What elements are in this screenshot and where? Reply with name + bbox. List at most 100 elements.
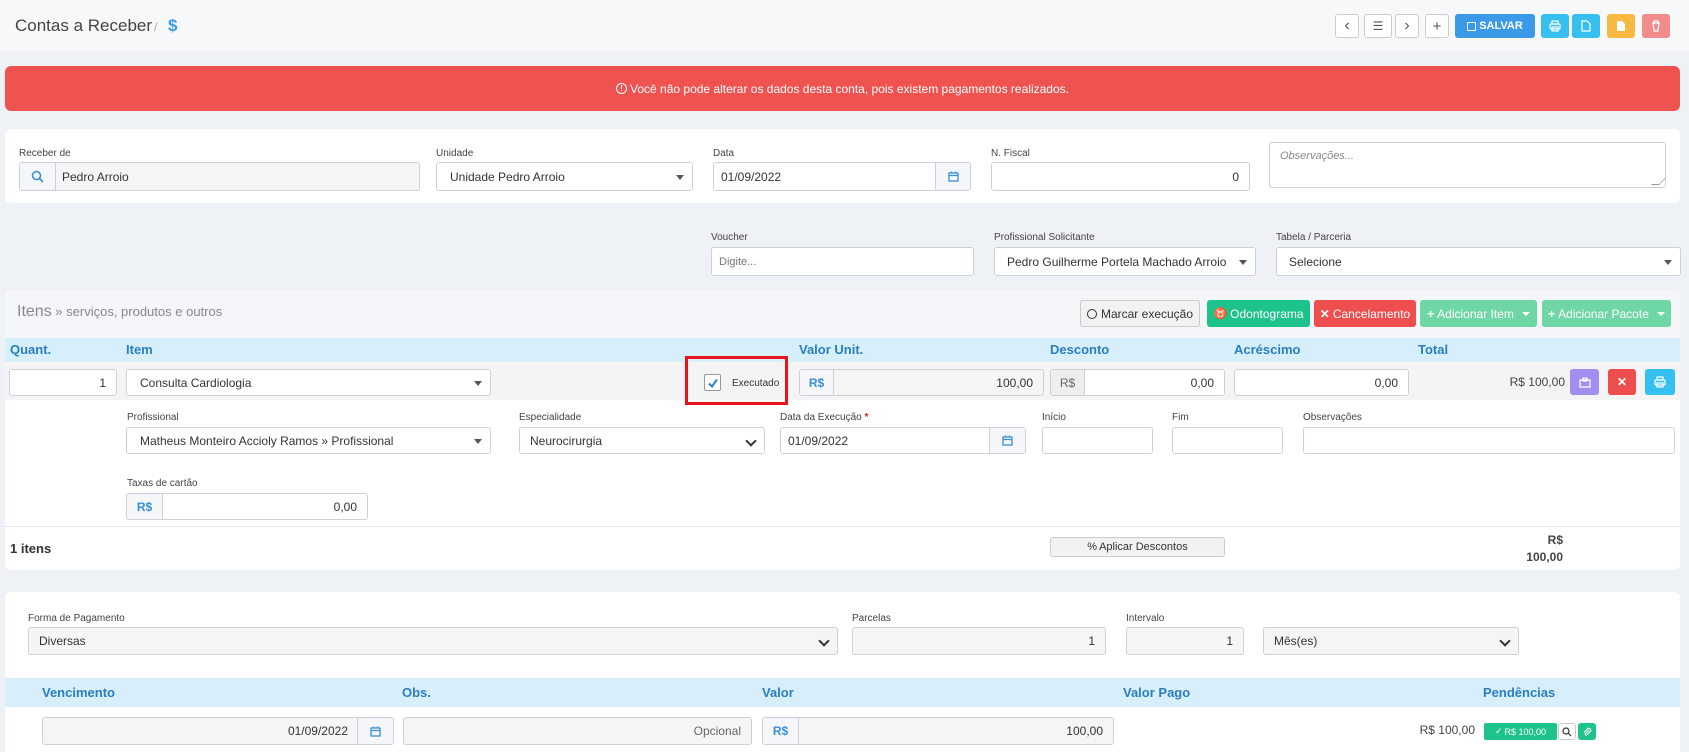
parcelas-input[interactable]: 1 [852,627,1106,655]
odontograma-button[interactable]: ♉ Odontograma [1207,300,1310,327]
col-valor-unit: Valor Unit. [799,342,864,357]
executado-checkbox[interactable] [704,374,721,391]
item-remove-button[interactable]: ✕ [1608,369,1636,395]
col-valor: Valor [762,685,794,700]
attach-button[interactable] [1578,723,1596,740]
tabela-value: Selecione [1289,254,1342,269]
plus-icon: + [1548,306,1556,321]
receber-de-field[interactable]: Pedro Arroio [19,162,420,191]
data-field[interactable]: 01/09/2022 [713,162,971,191]
items-title-text: Itens [17,303,52,320]
items-footer-divider [5,526,1680,527]
acrescimo-field[interactable]: 0,00 [1234,369,1409,396]
delete-button[interactable] [1642,14,1670,38]
search-icon [31,170,44,183]
new-button[interactable]: + [1425,14,1449,38]
inicio-input[interactable] [1042,427,1153,454]
search-addon [20,163,56,190]
nfiscal-field[interactable]: 0 [991,162,1250,191]
next-button[interactable]: › [1395,14,1419,38]
list-button[interactable]: ☰ [1364,14,1392,38]
caret-down-icon [676,174,684,180]
document-button[interactable] [1572,14,1600,38]
col-obs: Obs. [402,685,431,700]
check-icon: ✓ [1494,726,1503,736]
intervalo-input[interactable]: 1 [1126,627,1244,655]
nfiscal-value: 0 [1232,169,1239,184]
installments-header: Vencimento Obs. Valor Valor Pago Pendênc… [5,678,1680,707]
adicionar-item-button[interactable]: + Adicionar Item [1420,300,1537,327]
plus-icon: + [1427,306,1435,321]
parcela-obs-placeholder: Opcional [693,724,741,738]
voucher-input[interactable]: Digite... [711,247,974,276]
alert-text: Você não pode alterar os dados desta con… [630,81,1069,96]
times-icon: ✕ [1319,306,1330,321]
observacoes-item-input[interactable] [1303,427,1675,454]
print-button[interactable] [1541,14,1569,38]
prof-solicitante-select[interactable]: Pedro Guilherme Portela Machado Arroio [994,247,1256,276]
adicionar-pacote-button[interactable]: + Adicionar Pacote [1542,300,1671,327]
data-execucao-label-text: Data da Execução [780,412,862,423]
especialidade-select[interactable]: Neurocirurgia [519,427,765,454]
aplicar-descontos-button[interactable]: % Aplicar Descontos [1050,537,1225,557]
unidade-select[interactable]: Unidade Pedro Arroio [436,162,693,191]
taxas-field[interactable]: R$ 0,00 [126,493,368,520]
quant-input[interactable]: 1 [9,369,117,396]
floppy-icon [1467,21,1477,31]
previous-button[interactable]: ‹ [1335,14,1359,38]
item-print-button[interactable] [1645,369,1675,395]
profissional-select[interactable]: Matheus Monteiro Accioly Ramos » Profiss… [126,427,491,454]
taxas-label: Taxas de cartão [127,478,198,489]
paid-badge-label: R$ 100,00 [1504,726,1547,737]
receber-de-value: Pedro Arroio [62,169,129,184]
account-card: Receber de Pedro Arroio Unidade Unidade … [5,129,1680,203]
periodo-select[interactable]: Mês(es) [1263,627,1519,655]
payment-card: Forma de Pagamento Diversas Parcelas 1 I… [5,592,1680,752]
adicionar-item-label: Adicionar Item [1437,306,1514,321]
unidade-label: Unidade [436,148,474,159]
data-execucao-field[interactable]: 01/09/2022 [780,427,1026,454]
trash-icon [1652,20,1660,32]
calendar-addon[interactable] [989,428,1025,453]
caret-down-icon [474,380,482,386]
save-label: SALVAR [1479,20,1523,32]
calendar-icon [1002,435,1013,446]
marcar-execucao-button[interactable]: Marcar execução [1080,300,1200,327]
item-select[interactable]: Consulta Cardiologia [126,369,491,396]
items-table-header: Quant. Item Valor Unit. Desconto Acrésci… [5,338,1680,362]
items-count: 1 itens [10,541,52,556]
chevron-left-icon: ‹ [1344,17,1350,34]
save-button[interactable]: SALVAR [1455,14,1535,38]
zoom-button[interactable] [1558,723,1576,740]
marcar-execucao-label: Marcar execução [1100,306,1194,321]
items-card: Itens » serviços, produtos e outros Marc… [5,290,1680,570]
document-icon [1581,20,1591,32]
desconto-field[interactable]: R$ 0,00 [1050,369,1225,396]
observacoes-textarea[interactable]: Observações... [1269,142,1666,188]
paid-badge-button[interactable]: ✓ R$ 100,00 [1484,723,1557,740]
voucher-placeholder: Digite... [719,255,757,268]
dollar-icon: $ [168,16,178,35]
especialidade-value: Neurocirurgia [530,433,603,448]
col-valor-pago: Valor Pago [1123,685,1191,700]
forma-pagamento-select[interactable]: Diversas [28,627,838,655]
required-marker: * [864,412,869,423]
close-icon: ✕ [1616,375,1628,389]
parcela-valor-field[interactable]: R$ 100,00 [762,717,1114,745]
tabela-select[interactable]: Selecione [1276,247,1681,276]
cancelamento-button[interactable]: ✕ Cancelamento [1314,300,1416,327]
calendar-addon[interactable] [357,718,393,744]
valor-unit-field[interactable]: R$ 100,00 [799,369,1044,396]
pdf-button[interactable] [1607,14,1635,38]
percent-icon: % [1087,541,1098,553]
fim-input[interactable] [1172,427,1283,454]
parcelas-value: 1 [1088,634,1095,648]
item-package-button[interactable] [1570,369,1599,395]
parcelas-label: Parcelas [852,613,891,624]
calendar-addon[interactable] [935,163,970,190]
alert-banner: ! Você não pode alterar os dados desta c… [5,66,1680,111]
parcela-obs-input[interactable]: Opcional [403,717,752,745]
vencimento-field[interactable]: 01/09/2022 [42,717,394,745]
acrescimo-value: 0,00 [1374,375,1398,390]
taxas-value: 0,00 [333,499,357,514]
